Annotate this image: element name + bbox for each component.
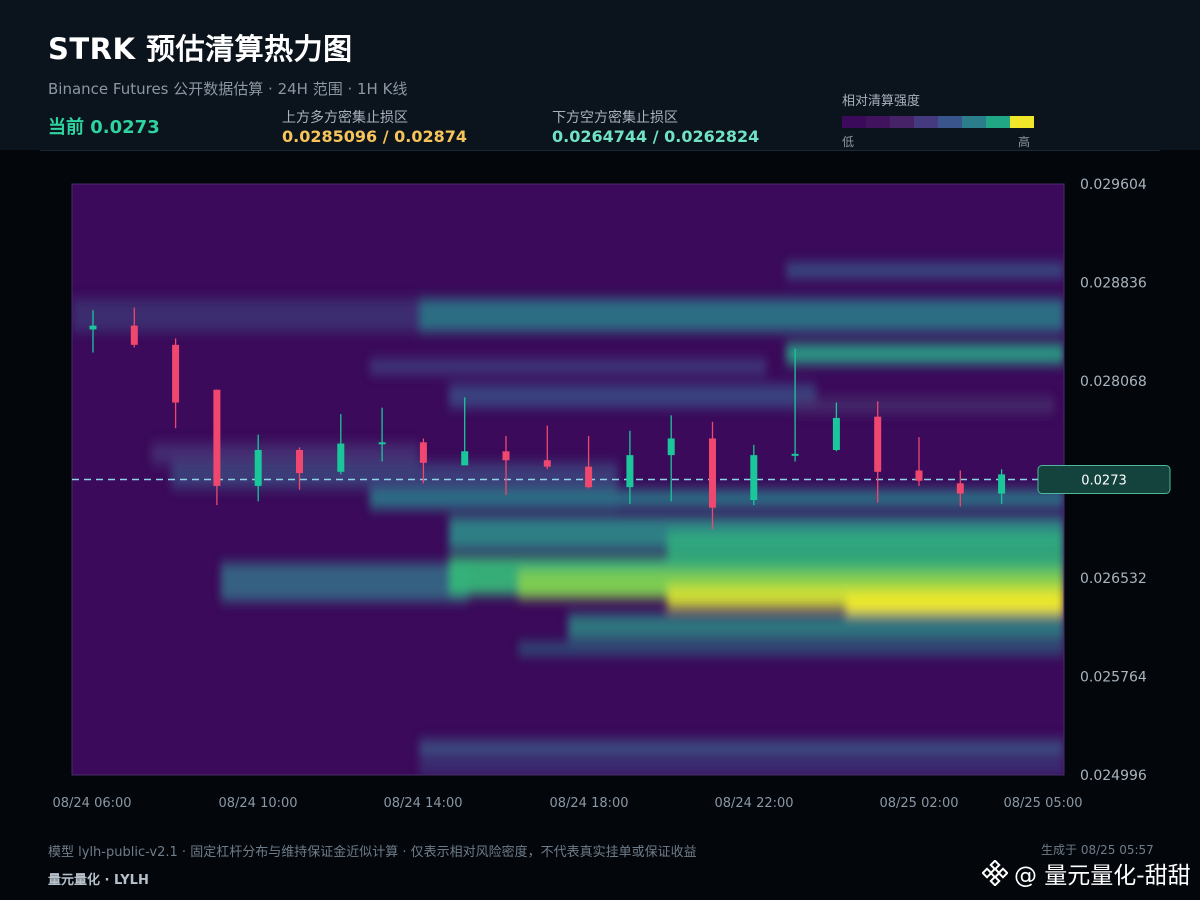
y-tick-label: 0.026532 bbox=[1080, 571, 1147, 587]
y-tick-label: 0.028836 bbox=[1080, 276, 1147, 292]
candle-body bbox=[502, 451, 510, 461]
candle-body bbox=[956, 483, 964, 494]
candle-body bbox=[172, 344, 180, 403]
heat-band bbox=[845, 596, 1064, 615]
heat-band bbox=[419, 762, 1064, 774]
heat-band bbox=[220, 562, 469, 602]
candle-body bbox=[543, 460, 551, 467]
watermark: @ 量元量化-甜甜 bbox=[982, 856, 1191, 890]
heat-band bbox=[448, 384, 816, 408]
heat-band bbox=[419, 739, 1064, 758]
candle-body bbox=[130, 325, 138, 345]
candle-body bbox=[378, 442, 386, 445]
candle-body bbox=[419, 442, 427, 463]
candle-body bbox=[874, 416, 882, 472]
candle-body bbox=[750, 455, 758, 501]
x-tick-label: 08/24 10:00 bbox=[218, 796, 297, 811]
heat-band bbox=[796, 397, 1055, 413]
x-tick-label: 08/24 06:00 bbox=[52, 796, 131, 811]
x-tick-label: 08/25 02:00 bbox=[879, 796, 958, 811]
candle-body bbox=[213, 389, 221, 486]
x-tick-label: 08/24 14:00 bbox=[383, 796, 462, 811]
candle-body bbox=[709, 438, 716, 508]
heat-band bbox=[568, 614, 1064, 640]
heat-band bbox=[151, 443, 420, 465]
candle-body bbox=[89, 325, 97, 330]
candle-body bbox=[461, 451, 469, 466]
x-tick-label: 08/25 05:00 bbox=[1003, 796, 1082, 811]
heat-band bbox=[617, 489, 1064, 508]
candle-body bbox=[254, 450, 262, 486]
current-price-badge-label: 0.0273 bbox=[1081, 474, 1127, 489]
binance-logo-icon bbox=[982, 860, 1008, 886]
candle-body bbox=[337, 443, 345, 472]
heat-band bbox=[786, 262, 1064, 279]
candle-body bbox=[296, 450, 303, 474]
liquidation-heatmap-chart: 0.0296040.0288360.0280680.0273000.026532… bbox=[52, 177, 1171, 811]
heat-band bbox=[786, 343, 1064, 365]
current-price-badge: 0.0273 bbox=[1037, 465, 1171, 494]
candle-body bbox=[915, 470, 923, 481]
footer-disclaimer: 模型 lylh-public-v2.1 · 固定杠杆分布与维持保证金近似计算 ·… bbox=[48, 845, 697, 860]
watermark-text: @ 量元量化-甜甜 bbox=[1014, 863, 1191, 889]
footer-brand: 量元量化 · LYLH bbox=[48, 873, 149, 888]
heat-band bbox=[518, 642, 1064, 656]
heat-band bbox=[369, 488, 618, 509]
heat-band bbox=[369, 358, 767, 375]
y-tick-label: 0.024996 bbox=[1080, 768, 1147, 784]
heat-band bbox=[72, 298, 420, 333]
candle-body bbox=[667, 438, 675, 456]
y-tick-label: 0.028068 bbox=[1080, 374, 1147, 390]
heat-band bbox=[667, 530, 1064, 557]
y-tick-label: 0.029604 bbox=[1080, 177, 1147, 193]
y-tick-label: 0.025764 bbox=[1080, 670, 1147, 686]
candle-body bbox=[626, 455, 634, 488]
x-axis: 08/24 06:00 08/24 10:00 08/24 14:00 08/24 1… bbox=[52, 796, 1082, 811]
candle-body bbox=[998, 474, 1006, 494]
heat-band bbox=[419, 298, 1064, 333]
x-tick-label: 08/24 22:00 bbox=[714, 796, 793, 811]
candle-body bbox=[585, 466, 593, 488]
x-tick-label: 08/24 18:00 bbox=[549, 796, 628, 811]
candle-body bbox=[832, 417, 840, 451]
candle-body bbox=[791, 453, 799, 456]
